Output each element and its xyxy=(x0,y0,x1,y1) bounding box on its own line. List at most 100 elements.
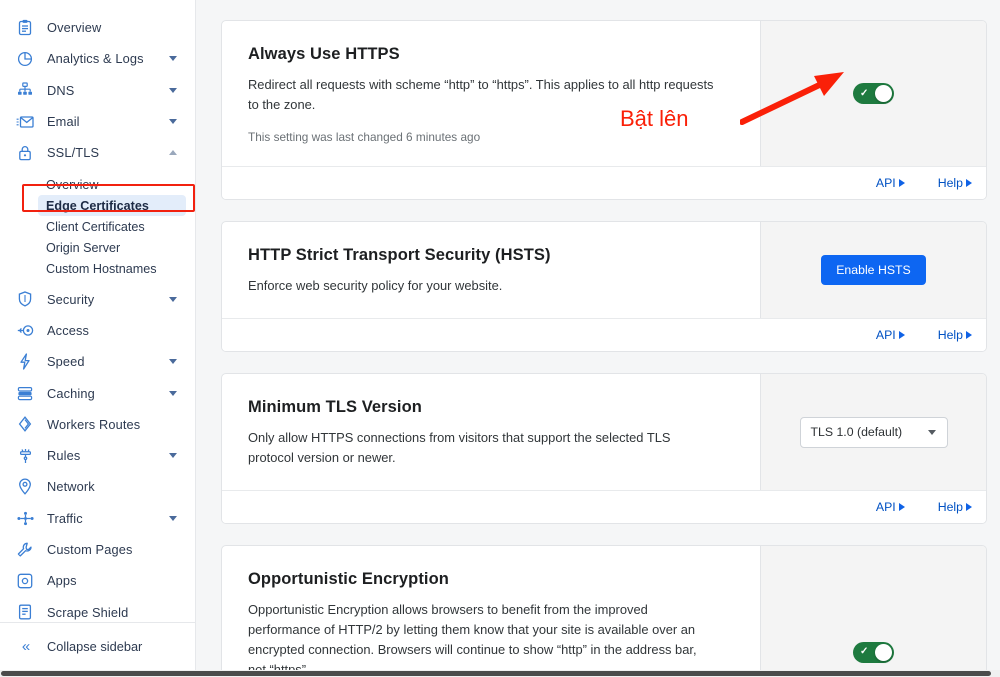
opportunistic-encryption-toggle[interactable]: ✓ xyxy=(853,641,894,663)
card-body: HTTP Strict Transport Security (HSTS) En… xyxy=(222,222,986,318)
sidebar-item-caching[interactable]: Caching xyxy=(0,377,195,408)
sidebar-item-dns[interactable]: DNS xyxy=(0,75,195,106)
card-always-use-https: Always Use HTTPS Redirect all requests w… xyxy=(221,20,987,200)
sidebar-item-analytics-logs[interactable]: Analytics & Logs xyxy=(0,43,195,74)
chevron-down-icon[interactable] xyxy=(169,87,177,93)
card-control-area: ✓ xyxy=(760,21,986,166)
chevron-down-icon[interactable] xyxy=(169,56,177,62)
minimum-tls-version-select[interactable]: TLS 1.0 (default) xyxy=(799,416,948,448)
card-description: Redirect all requests with scheme “http”… xyxy=(248,77,714,112)
sidebar-item-label: Caching xyxy=(47,385,95,401)
chevron-down-icon[interactable] xyxy=(169,390,177,396)
sidebar-item-custom-pages[interactable]: Custom Pages xyxy=(0,534,195,565)
chevron-down-icon[interactable] xyxy=(169,453,177,459)
workers-icon xyxy=(14,414,36,434)
double-chevron-left-icon: « xyxy=(21,638,30,655)
main-content: Always Use HTTPS Redirect all requests w… xyxy=(197,0,1000,670)
sidebar-item-label: Analytics & Logs xyxy=(47,51,144,67)
horizontal-scrollbar[interactable] xyxy=(0,670,1000,677)
card-control-area: TLS 1.0 (default) xyxy=(760,374,986,490)
map-pin-icon xyxy=(14,477,36,497)
sidebar-item-label: Workers Routes xyxy=(47,416,141,432)
sidebar-item-security[interactable]: Security xyxy=(0,283,195,314)
triangle-right-icon xyxy=(966,331,972,339)
pie-chart-icon xyxy=(14,49,36,69)
card-body: Opportunistic Encryption Opportunistic E… xyxy=(222,546,986,670)
card-meta-text: This setting was last changed 6 minutes … xyxy=(248,130,481,144)
sidebar-item-speed[interactable]: Speed xyxy=(0,346,195,377)
lightning-icon xyxy=(14,352,36,372)
card-body: Always Use HTTPS Redirect all requests w… xyxy=(222,21,986,166)
sidebar-item-access[interactable]: Access xyxy=(0,315,195,346)
help-link[interactable]: Help xyxy=(938,176,972,190)
sidebar-subitem-custom-hostnames[interactable]: Custom Hostnames xyxy=(38,258,186,279)
clipboard-icon xyxy=(14,18,36,38)
sidebar-item-label: Security xyxy=(47,291,95,307)
triangle-right-icon xyxy=(966,179,972,187)
help-link-label: Help xyxy=(937,176,963,190)
sidebar-subitem-origin-server[interactable]: Origin Server xyxy=(38,237,186,258)
document-icon xyxy=(14,602,36,622)
sidebar: Overview Analytics & Logs DNS Email SSL/… xyxy=(0,0,196,670)
card-footer: API Help xyxy=(222,166,986,199)
card-minimum-tls-version: Minimum TLS Version Only allow HTTPS con… xyxy=(221,373,987,524)
sidebar-item-label: Scrape Shield xyxy=(47,604,129,620)
sidebar-item-workers-routes[interactable]: Workers Routes xyxy=(0,409,195,440)
sidebar-item-traffic[interactable]: Traffic xyxy=(0,503,195,534)
sidebar-item-label: Access xyxy=(47,322,90,338)
collapse-sidebar-label: Collapse sidebar xyxy=(47,639,143,654)
api-link[interactable]: API xyxy=(876,500,905,514)
dns-tree-icon xyxy=(14,80,36,100)
sidebar-subitem-edge-certificates[interactable]: Edge Certificates xyxy=(38,195,186,217)
triangle-right-icon xyxy=(898,331,905,339)
toggle-knob xyxy=(875,643,892,661)
sidebar-item-label: Apps xyxy=(47,573,77,589)
card-opportunistic-encryption: Opportunistic Encryption Opportunistic E… xyxy=(221,545,987,670)
sidebar-subitem-overview[interactable]: Overview xyxy=(38,174,186,195)
lock-icon xyxy=(14,143,36,163)
sidebar-subitem-client-certificates[interactable]: Client Certificates xyxy=(38,216,186,237)
chevron-down-icon[interactable] xyxy=(169,119,177,125)
chevron-down-icon[interactable] xyxy=(169,515,177,521)
help-link[interactable]: Help xyxy=(938,328,972,342)
api-link-label: API xyxy=(875,328,896,342)
check-icon: ✓ xyxy=(860,87,869,99)
card-content: Minimum TLS Version Only allow HTTPS con… xyxy=(222,374,760,490)
card-title: Opportunistic Encryption xyxy=(248,570,449,588)
traffic-nodes-icon xyxy=(14,508,36,528)
sidebar-item-label: Traffic xyxy=(47,510,83,526)
sidebar-item-ssl-tls[interactable]: SSL/TLS xyxy=(0,137,195,168)
database-icon xyxy=(14,383,36,403)
card-footer: API Help xyxy=(222,490,986,523)
triangle-right-icon xyxy=(966,503,972,511)
sidebar-item-rules[interactable]: Rules xyxy=(0,440,195,471)
sidebar-item-email[interactable]: Email xyxy=(0,106,195,137)
access-key-icon xyxy=(14,320,36,340)
sidebar-item-network[interactable]: Network xyxy=(0,471,195,502)
sidebar-item-apps[interactable]: Apps xyxy=(0,565,195,596)
card-content: Always Use HTTPS Redirect all requests w… xyxy=(222,21,760,166)
select-value: TLS 1.0 (default) xyxy=(810,425,903,439)
card-description: Opportunistic Encryption allows browsers… xyxy=(248,602,697,670)
enable-hsts-button[interactable]: Enable HSTS xyxy=(821,255,926,285)
chevron-down-icon[interactable] xyxy=(169,296,177,302)
wrench-icon xyxy=(14,540,36,560)
always-use-https-toggle[interactable]: ✓ xyxy=(853,83,894,104)
scrollbar-thumb[interactable] xyxy=(1,671,991,676)
help-link[interactable]: Help xyxy=(938,500,972,514)
card-content: Opportunistic Encryption Opportunistic E… xyxy=(222,546,760,670)
sidebar-item-label: Overview xyxy=(47,20,102,36)
api-link[interactable]: API xyxy=(876,328,905,342)
toggle-knob xyxy=(875,85,892,102)
card-description: Only allow HTTPS connections from visito… xyxy=(248,430,671,465)
api-link[interactable]: API xyxy=(876,176,905,190)
check-icon: ✓ xyxy=(860,646,869,657)
card-content: HTTP Strict Transport Security (HSTS) En… xyxy=(222,222,760,318)
cloudflare-dashboard: Overview Analytics & Logs DNS Email SSL/… xyxy=(0,0,1000,677)
collapse-sidebar-button[interactable]: « Collapse sidebar xyxy=(0,622,195,670)
sidebar-item-overview[interactable]: Overview xyxy=(0,12,195,43)
triangle-right-icon xyxy=(898,503,905,511)
chevron-up-icon[interactable] xyxy=(169,150,177,156)
envelope-icon xyxy=(14,112,36,132)
chevron-down-icon[interactable] xyxy=(169,359,177,365)
